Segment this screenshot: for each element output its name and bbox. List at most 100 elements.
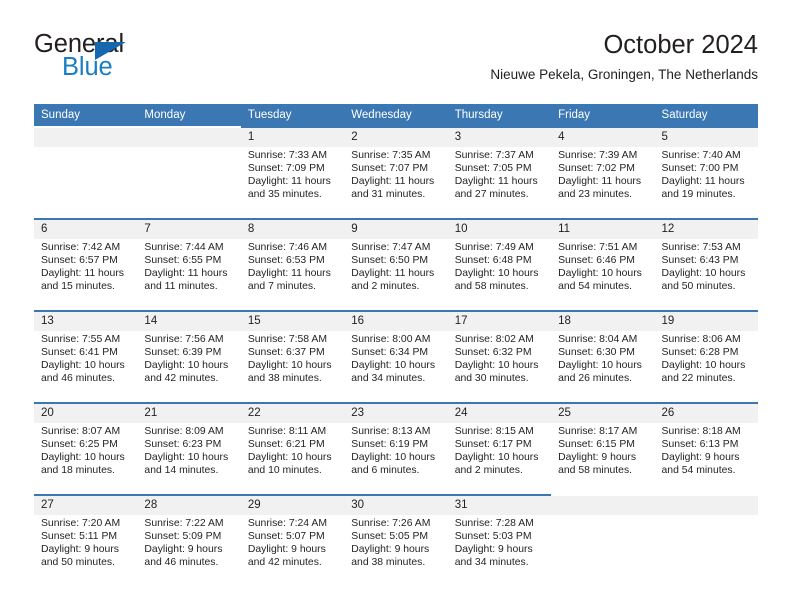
calendar-day-cell[interactable]: 22 Sunrise: 8:11 AM Sunset: 6:21 PM Dayligh… <box>240 402 345 495</box>
sunrise-text: Sunrise: 7:37 AM <box>454 150 534 161</box>
calendar-day-cell[interactable]: 12 Sunrise: 7:53 AM Sunset: 6:43 PM Dayligh… <box>654 218 758 311</box>
daylight-text-line1: Daylight: 10 hours <box>144 451 229 463</box>
calendar-day-cell[interactable]: 21 Sunrise: 8:09 AM Sunset: 6:23 PM Dayligh… <box>137 402 241 495</box>
daylight-text-line1: Daylight: 9 hours <box>661 451 740 463</box>
sunrise-text: Sunrise: 8:17 AM <box>558 426 638 437</box>
calendar-day-cell[interactable]: 13 Sunrise: 7:55 AM Sunset: 6:41 PM Dayligh… <box>34 310 138 403</box>
daylight-text-line2: and 7 minutes. <box>247 280 317 292</box>
sunset-text: Sunset: 7:00 PM <box>661 162 739 174</box>
calendar-day-cell[interactable]: 25 Sunrise: 8:17 AM Sunset: 6:15 PM Dayligh… <box>551 402 655 495</box>
day-details: Sunrise: 7:49 AM Sunset: 6:48 PM Daylight:… <box>448 239 551 294</box>
weekday-header-sunday: Sunday <box>34 104 138 127</box>
day-number: 19 <box>654 313 758 331</box>
day-number: 20 <box>34 405 138 423</box>
sunrise-text: Sunrise: 8:02 AM <box>454 334 534 345</box>
daylight-text-line2: and 34 minutes. <box>351 372 426 384</box>
sunrise-text: Sunrise: 7:22 AM <box>144 518 224 529</box>
calendar-day-cell[interactable]: 5 Sunrise: 7:40 AM Sunset: 7:00 PM Daylight… <box>654 126 758 219</box>
day-number: 29 <box>240 497 345 515</box>
calendar-day-cell[interactable]: 6 Sunrise: 7:42 AM Sunset: 6:57 PM Daylight… <box>34 218 138 311</box>
daylight-text-line2: and 38 minutes. <box>351 556 426 568</box>
page-subtitle: Nieuwe Pekela, Groningen, The Netherland… <box>490 67 758 83</box>
calendar-day-cell[interactable]: 8 Sunrise: 7:46 AM Sunset: 6:53 PM Daylight… <box>240 218 345 311</box>
calendar-day-cell[interactable]: 2 Sunrise: 7:35 AM Sunset: 7:07 PM Daylight… <box>344 126 448 219</box>
daylight-text-line2: and 54 minutes. <box>661 464 736 476</box>
daylight-text-line2: and 46 minutes. <box>144 556 219 568</box>
daylight-text-line1: Daylight: 10 hours <box>351 359 436 371</box>
daylight-text-line1: Daylight: 10 hours <box>247 451 332 463</box>
calendar-day-cell[interactable]: 1 Sunrise: 7:33 AM Sunset: 7:09 PM Daylight… <box>240 126 345 219</box>
daylight-text-line2: and 34 minutes. <box>454 556 529 568</box>
calendar-day-cell[interactable]: 14 Sunrise: 7:56 AM Sunset: 6:39 PM Dayligh… <box>137 310 241 403</box>
calendar-day-cell[interactable]: 16 Sunrise: 8:00 AM Sunset: 6:34 PM Dayligh… <box>344 310 448 403</box>
sunrise-text: Sunrise: 8:11 AM <box>247 426 327 437</box>
day-number: 9 <box>344 221 448 239</box>
calendar-day-cell[interactable]: 3 Sunrise: 7:37 AM Sunset: 7:05 PM Daylight… <box>447 126 552 219</box>
daylight-text-line2: and 2 minutes. <box>351 280 420 292</box>
calendar-day-cell[interactable]: 23 Sunrise: 8:13 AM Sunset: 6:19 PM Dayligh… <box>344 402 448 495</box>
daylight-text-line1: Daylight: 9 hours <box>41 543 119 555</box>
daylight-text-line1: Daylight: 10 hours <box>558 267 642 279</box>
sunset-text: Sunset: 6:17 PM <box>454 438 532 450</box>
daylight-text-line2: and 15 minutes. <box>41 280 115 292</box>
calendar-day-cell[interactable]: 10 Sunrise: 7:49 AM Sunset: 6:48 PM Dayligh… <box>447 218 552 311</box>
sunset-text: Sunset: 7:02 PM <box>558 162 635 174</box>
sunrise-text: Sunrise: 7:35 AM <box>351 150 431 161</box>
sunset-text: Sunset: 5:07 PM <box>247 530 325 542</box>
calendar-day-cell[interactable]: 27 Sunrise: 7:20 AM Sunset: 5:11 PM Dayligh… <box>34 494 138 586</box>
day-number: 18 <box>551 313 655 331</box>
daylight-text-line2: and 38 minutes. <box>247 372 322 384</box>
calendar-day-cell[interactable]: 30 Sunrise: 7:26 AM Sunset: 5:05 PM Dayligh… <box>344 494 448 586</box>
day-number: 8 <box>240 221 345 239</box>
daylight-text-line2: and 58 minutes. <box>454 280 529 292</box>
sunset-text: Sunset: 6:55 PM <box>144 254 222 266</box>
day-details: Sunrise: 8:04 AM Sunset: 6:30 PM Daylight:… <box>551 331 654 386</box>
sunset-text: Sunset: 6:15 PM <box>558 438 635 450</box>
calendar-day-cell[interactable]: 24 Sunrise: 8:15 AM Sunset: 6:17 PM Dayligh… <box>447 402 552 495</box>
calendar-day-cell[interactable]: 29 Sunrise: 7:24 AM Sunset: 5:07 PM Dayligh… <box>240 494 345 586</box>
day-number <box>137 129 241 147</box>
page-title: October 2024 <box>603 31 758 59</box>
calendar-day-cell[interactable]: 18 Sunrise: 8:04 AM Sunset: 6:30 PM Dayligh… <box>551 310 655 403</box>
sunset-text: Sunset: 7:07 PM <box>351 162 429 174</box>
sunset-text: Sunset: 6:46 PM <box>558 254 635 266</box>
sunset-text: Sunset: 6:13 PM <box>661 438 739 450</box>
sunrise-text: Sunrise: 8:06 AM <box>661 334 741 345</box>
day-details: Sunrise: 7:33 AM Sunset: 7:09 PM Daylight:… <box>241 147 344 202</box>
calendar-day-cell[interactable]: 11 Sunrise: 7:51 AM Sunset: 6:46 PM Dayligh… <box>551 218 655 311</box>
day-number: 30 <box>344 497 448 515</box>
sunset-text: Sunset: 7:05 PM <box>454 162 532 174</box>
calendar-day-cell[interactable]: 9 Sunrise: 7:47 AM Sunset: 6:50 PM Daylight… <box>344 218 448 311</box>
calendar-week-row: 20 Sunrise: 8:07 AM Sunset: 6:25 PM Dayligh… <box>34 402 758 495</box>
weekday-header-friday: Friday <box>551 104 655 127</box>
general-blue-logo[interactable]: General Blue <box>34 30 244 92</box>
sunset-text: Sunset: 6:41 PM <box>41 346 118 358</box>
calendar-day-cell[interactable]: 17 Sunrise: 8:02 AM Sunset: 6:32 PM Dayligh… <box>447 310 552 403</box>
day-number: 16 <box>344 313 448 331</box>
daylight-text-line1: Daylight: 9 hours <box>247 543 326 555</box>
calendar-day-cell[interactable]: 15 Sunrise: 7:58 AM Sunset: 6:37 PM Dayligh… <box>240 310 345 403</box>
calendar-day-cell-empty <box>654 494 758 586</box>
sunrise-text: Sunrise: 8:07 AM <box>41 426 121 437</box>
weekday-header-saturday: Saturday <box>654 104 758 127</box>
daylight-text-line1: Daylight: 9 hours <box>351 543 430 555</box>
sunrise-text: Sunrise: 7:53 AM <box>661 242 741 253</box>
calendar-day-cell[interactable]: 20 Sunrise: 8:07 AM Sunset: 6:25 PM Dayligh… <box>34 402 138 495</box>
calendar-day-cell[interactable]: 28 Sunrise: 7:22 AM Sunset: 5:09 PM Dayligh… <box>137 494 241 586</box>
daylight-text-line1: Daylight: 10 hours <box>351 451 436 463</box>
daylight-text-line2: and 2 minutes. <box>454 464 523 476</box>
sunset-text: Sunset: 6:57 PM <box>41 254 118 266</box>
calendar-day-cell[interactable]: 7 Sunrise: 7:44 AM Sunset: 6:55 PM Daylight… <box>137 218 241 311</box>
calendar-day-cell[interactable]: 26 Sunrise: 8:18 AM Sunset: 6:13 PM Dayligh… <box>654 402 758 495</box>
sunset-text: Sunset: 6:25 PM <box>41 438 118 450</box>
calendar-body: 1 Sunrise: 7:33 AM Sunset: 7:09 PM Daylight… <box>34 126 758 586</box>
daylight-text-line2: and 11 minutes. <box>144 280 218 292</box>
calendar-day-cell[interactable]: 19 Sunrise: 8:06 AM Sunset: 6:28 PM Dayligh… <box>654 310 758 403</box>
daylight-text-line1: Daylight: 11 hours <box>454 175 538 187</box>
day-number <box>654 497 758 515</box>
daylight-text-line1: Daylight: 10 hours <box>558 359 642 371</box>
sunset-text: Sunset: 6:23 PM <box>144 438 222 450</box>
daylight-text-line1: Daylight: 9 hours <box>454 543 533 555</box>
calendar-day-cell[interactable]: 31 Sunrise: 7:28 AM Sunset: 5:03 PM Dayligh… <box>447 494 552 586</box>
calendar-day-cell[interactable]: 4 Sunrise: 7:39 AM Sunset: 7:02 PM Daylight… <box>551 126 655 219</box>
